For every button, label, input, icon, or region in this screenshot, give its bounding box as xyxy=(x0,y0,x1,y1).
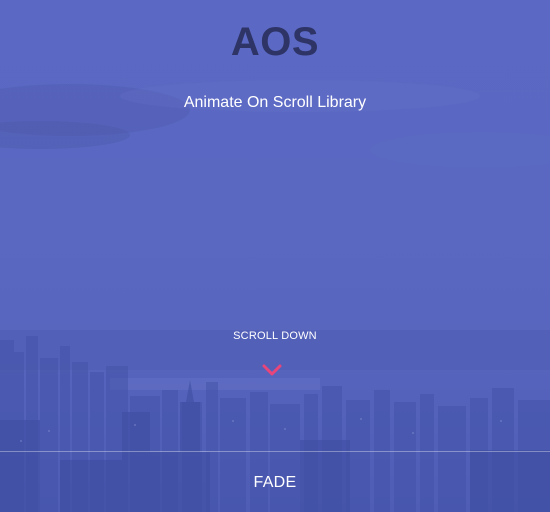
hero-section: AOS Animate On Scroll Library SCROLL DOW… xyxy=(0,0,550,512)
chevron-down-icon[interactable] xyxy=(262,363,282,377)
page-subtitle: Animate On Scroll Library xyxy=(183,94,367,111)
page-title: AOS xyxy=(230,20,320,64)
scroll-down-label[interactable]: SCROLL DOWN xyxy=(0,330,550,342)
city-skyline-background xyxy=(0,80,550,512)
section-divider xyxy=(0,451,550,452)
section-heading-fade: FADE xyxy=(253,474,297,491)
